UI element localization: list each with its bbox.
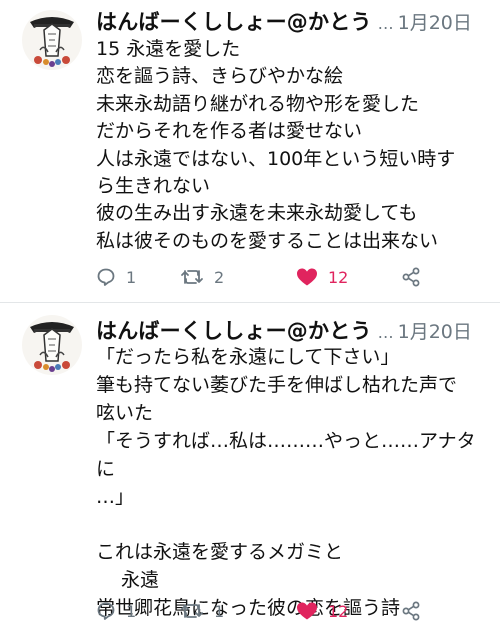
tweet-text: 「だったら私を永遠にして下さい」 筆も持てない萎びた手を伸ばし枯れた声で 呟いた… — [96, 346, 476, 620]
retweet-button[interactable]: 2 — [180, 264, 224, 290]
like-button[interactable]: 12 — [296, 598, 348, 624]
name-truncation: … — [377, 323, 394, 342]
like-count: 12 — [328, 601, 349, 621]
reply-icon — [97, 268, 115, 286]
heart-icon — [297, 268, 317, 286]
tweet[interactable]: はんばーくししょー@かとう … 1月20日 15 永遠を愛した 恋を謳う詩、きらびや… — [0, 0, 500, 303]
reply-icon — [97, 602, 115, 620]
retweet-icon — [181, 604, 203, 618]
retweet-button[interactable]: 1 — [180, 598, 224, 624]
action-bar: 1 1 12 — [96, 598, 426, 626]
heart-icon — [297, 602, 317, 620]
reply-button[interactable]: 1 — [96, 264, 136, 290]
retweet-icon — [181, 270, 203, 284]
tweet-text: 15 永遠を愛した 恋を謳う詩、きらびやかな絵 未来永劫語り継がれる物や形を愛し… — [96, 38, 456, 252]
author-name[interactable]: はんばーくししょー@かとう — [96, 319, 372, 343]
tweet[interactable]: はんばーくししょー@かとう … 1月20日 「だったら私を永遠にして下さい」 筆も持… — [0, 303, 500, 640]
share-icon — [402, 267, 420, 287]
avatar[interactable] — [22, 315, 82, 375]
retweet-count: 2 — [214, 267, 225, 287]
tweet-date[interactable]: 1月20日 — [398, 12, 472, 34]
author-name[interactable]: はんばーくししょー@かとう — [96, 10, 372, 34]
action-bar: 1 2 12 — [96, 264, 426, 292]
reply-count: 1 — [126, 267, 137, 287]
tweet-header: はんばーくししょー@かとう … 1月20日 — [96, 6, 490, 34]
share-button[interactable] — [401, 598, 421, 624]
like-button[interactable]: 12 — [296, 264, 348, 290]
share-icon — [402, 601, 420, 621]
retweet-count: 1 — [214, 601, 225, 621]
avatar[interactable] — [22, 10, 82, 70]
share-button[interactable] — [401, 264, 421, 290]
reply-count: 1 — [126, 601, 137, 621]
like-count: 12 — [328, 267, 349, 287]
tweet-date[interactable]: 1月20日 — [398, 321, 472, 343]
tweet-header: はんばーくししょー@かとう … 1月20日 — [96, 315, 490, 343]
reply-button[interactable]: 1 — [96, 598, 136, 624]
name-truncation: … — [377, 14, 394, 33]
